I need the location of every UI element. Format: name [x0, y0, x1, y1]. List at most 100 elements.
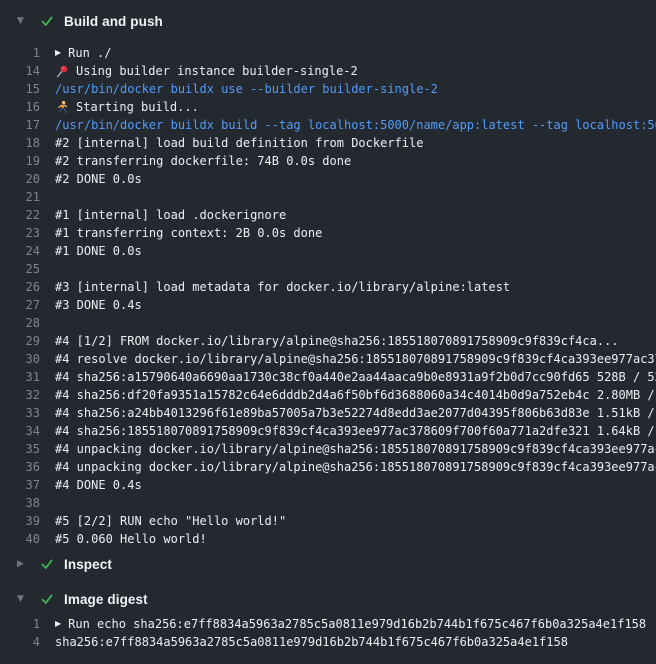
success-check-icon	[39, 13, 55, 29]
chevron-down-icon[interactable]: ▼	[17, 17, 30, 26]
section-title: Build and push	[64, 14, 163, 29]
log-text: #4 [1/2] FROM docker.io/library/alpine@s…	[55, 334, 656, 348]
log-text-content: #3 DONE 0.4s	[55, 298, 142, 312]
log-line: 35 #4 unpacking docker.io/library/alpine@…	[0, 440, 656, 458]
log-text: Using builder instance builder-single-2	[55, 64, 656, 78]
line-number[interactable]: 27	[0, 298, 40, 312]
line-number[interactable]: 25	[0, 262, 40, 276]
line-number[interactable]: 34	[0, 424, 40, 438]
log-text: ▶Run ./	[55, 46, 656, 60]
log-text: #2 [internal] load build definition from…	[55, 136, 656, 150]
log-text-content: /usr/bin/docker buildx use --builder bui…	[55, 82, 438, 96]
log-text: /usr/bin/docker buildx use --builder bui…	[55, 82, 656, 96]
log-text: #2 DONE 0.0s	[55, 172, 656, 186]
log-text: #4 sha256:df20fa9351a15782c64e6dddb2d4a6…	[55, 388, 656, 402]
line-number[interactable]: 21	[0, 190, 40, 204]
runner-icon	[55, 100, 69, 114]
log-text: sha256:e7ff8834a5963a2785c5a0811e979d16b…	[55, 635, 656, 649]
log-text-content: #4 unpacking docker.io/library/alpine@sh…	[55, 460, 656, 474]
log-text: #1 DONE 0.0s	[55, 244, 656, 258]
log-line: 29 #4 [1/2] FROM docker.io/library/alpine…	[0, 332, 656, 350]
chevron-down-icon[interactable]: ▼	[17, 595, 30, 604]
run-arrow-icon: ▶	[55, 49, 61, 57]
line-number[interactable]: 22	[0, 208, 40, 222]
log-text-content: #4 resolve docker.io/library/alpine@sha2…	[55, 352, 656, 366]
log-line: 25	[0, 260, 656, 278]
log-line: 20 #2 DONE 0.0s	[0, 170, 656, 188]
chevron-right-icon[interactable]: ▶	[17, 560, 30, 569]
line-number[interactable]: 23	[0, 226, 40, 240]
section-header-build-and-push[interactable]: ▼ Build and push	[0, 6, 656, 36]
log-line: 30 #4 resolve docker.io/library/alpine@sh…	[0, 350, 656, 368]
log-line: 23 #1 transferring context: 2B 0.0s done	[0, 224, 656, 242]
log-text-content: #2 [internal] load build definition from…	[55, 136, 423, 150]
run-arrow-icon: ▶	[55, 620, 61, 628]
line-number[interactable]: 29	[0, 334, 40, 348]
log-text: #4 sha256:185518070891758909c9f839cf4ca3…	[55, 424, 656, 438]
log-text: #3 [internal] load metadata for docker.i…	[55, 280, 656, 294]
line-number[interactable]: 17	[0, 118, 40, 132]
line-number[interactable]: 37	[0, 478, 40, 492]
line-number[interactable]: 4	[0, 635, 40, 649]
log-line: 31 #4 sha256:a15790640a6690aa1730c38cf0a4…	[0, 368, 656, 386]
log-text-content: #1 [internal] load .dockerignore	[55, 208, 286, 222]
line-number[interactable]: 36	[0, 460, 40, 474]
log-text-content: #4 DONE 0.4s	[55, 478, 142, 492]
log-section-image-digest: ▼ Image digest 1 ▶ Run echo sha256:e7ff883…	[0, 585, 656, 651]
log-line: 34 #4 sha256:185518070891758909c9f839cf4c…	[0, 422, 656, 440]
line-number[interactable]: 1	[0, 46, 40, 60]
log-text: #4 DONE 0.4s	[55, 478, 656, 492]
section-header-inspect[interactable]: ▶ Inspect	[0, 550, 656, 578]
log-line: 33 #4 sha256:a24bb4013296f61e89ba57005a7b…	[0, 404, 656, 422]
log-text: #4 unpacking docker.io/library/alpine@sh…	[55, 460, 656, 474]
line-number[interactable]: 30	[0, 352, 40, 366]
log-line: 26 #3 [internal] load metadata for docker…	[0, 278, 656, 296]
log-text: #2 transferring dockerfile: 74B 0.0s don…	[55, 154, 656, 168]
line-number[interactable]: 26	[0, 280, 40, 294]
line-number[interactable]: 18	[0, 136, 40, 150]
line-number[interactable]: 1	[0, 617, 40, 631]
line-number[interactable]: 35	[0, 442, 40, 456]
line-number[interactable]: 40	[0, 532, 40, 546]
line-number[interactable]: 32	[0, 388, 40, 402]
log-text-content: #4 sha256:df20fa9351a15782c64e6dddb2d4a6…	[55, 388, 656, 402]
log-line: 19 #2 transferring dockerfile: 74B 0.0s d…	[0, 152, 656, 170]
log-text: #4 sha256:a15790640a6690aa1730c38cf0a440…	[55, 370, 656, 384]
section-title: Image digest	[64, 592, 148, 607]
line-number[interactable]: 31	[0, 370, 40, 384]
pushpin-icon	[55, 64, 69, 78]
log-line: 4 sha256:e7ff8834a5963a2785c5a0811e979d16…	[0, 633, 656, 651]
log-text: Starting build...	[55, 100, 656, 114]
line-number[interactable]: 16	[0, 100, 40, 114]
log-text-content: #4 sha256:185518070891758909c9f839cf4ca3…	[55, 424, 656, 438]
line-number[interactable]: 19	[0, 154, 40, 168]
log-line: 40#5 0.060 Hello world!	[0, 530, 656, 548]
log-text-content: #4 [1/2] FROM docker.io/library/alpine@s…	[55, 334, 619, 348]
log-text-content: #4 sha256:a24bb4013296f61e89ba57005a7b3e…	[55, 406, 656, 420]
log-text-content: Run echo sha256:e7ff8834a5963a2785c5a081…	[68, 617, 646, 631]
log-text-content: Using builder instance builder-single-2	[76, 64, 358, 78]
line-number[interactable]: 15	[0, 82, 40, 96]
log-text: /usr/bin/docker buildx build --tag local…	[55, 118, 656, 132]
log-line: 38	[0, 494, 656, 512]
log-text: #1 [internal] load .dockerignore	[55, 208, 656, 222]
line-number[interactable]: 38	[0, 496, 40, 510]
section-title: Inspect	[64, 557, 112, 572]
log-line: 21	[0, 188, 656, 206]
line-number[interactable]: 28	[0, 316, 40, 330]
line-number[interactable]: 14	[0, 64, 40, 78]
log-text: ▶ Run echo sha256:e7ff8834a5963a2785c5a08…	[55, 617, 656, 631]
log-line: 28	[0, 314, 656, 332]
log-line: 18 #2 [internal] load build definition fr…	[0, 134, 656, 152]
log-text: #5 [2/2] RUN echo "Hello world!"	[55, 514, 656, 528]
log-line: 37 #4 DONE 0.4s	[0, 476, 656, 494]
line-number[interactable]: 20	[0, 172, 40, 186]
log-line: 15/usr/bin/docker buildx use --builder b…	[0, 80, 656, 98]
log-text: #4 unpacking docker.io/library/alpine@sh…	[55, 442, 656, 456]
line-number[interactable]: 39	[0, 514, 40, 528]
section-header-image-digest[interactable]: ▼ Image digest	[0, 585, 656, 613]
line-number[interactable]: 24	[0, 244, 40, 258]
log-line: 14 Using builder instance builder-single-…	[0, 62, 656, 80]
log-text-content: #1 transferring context: 2B 0.0s done	[55, 226, 322, 240]
line-number[interactable]: 33	[0, 406, 40, 420]
